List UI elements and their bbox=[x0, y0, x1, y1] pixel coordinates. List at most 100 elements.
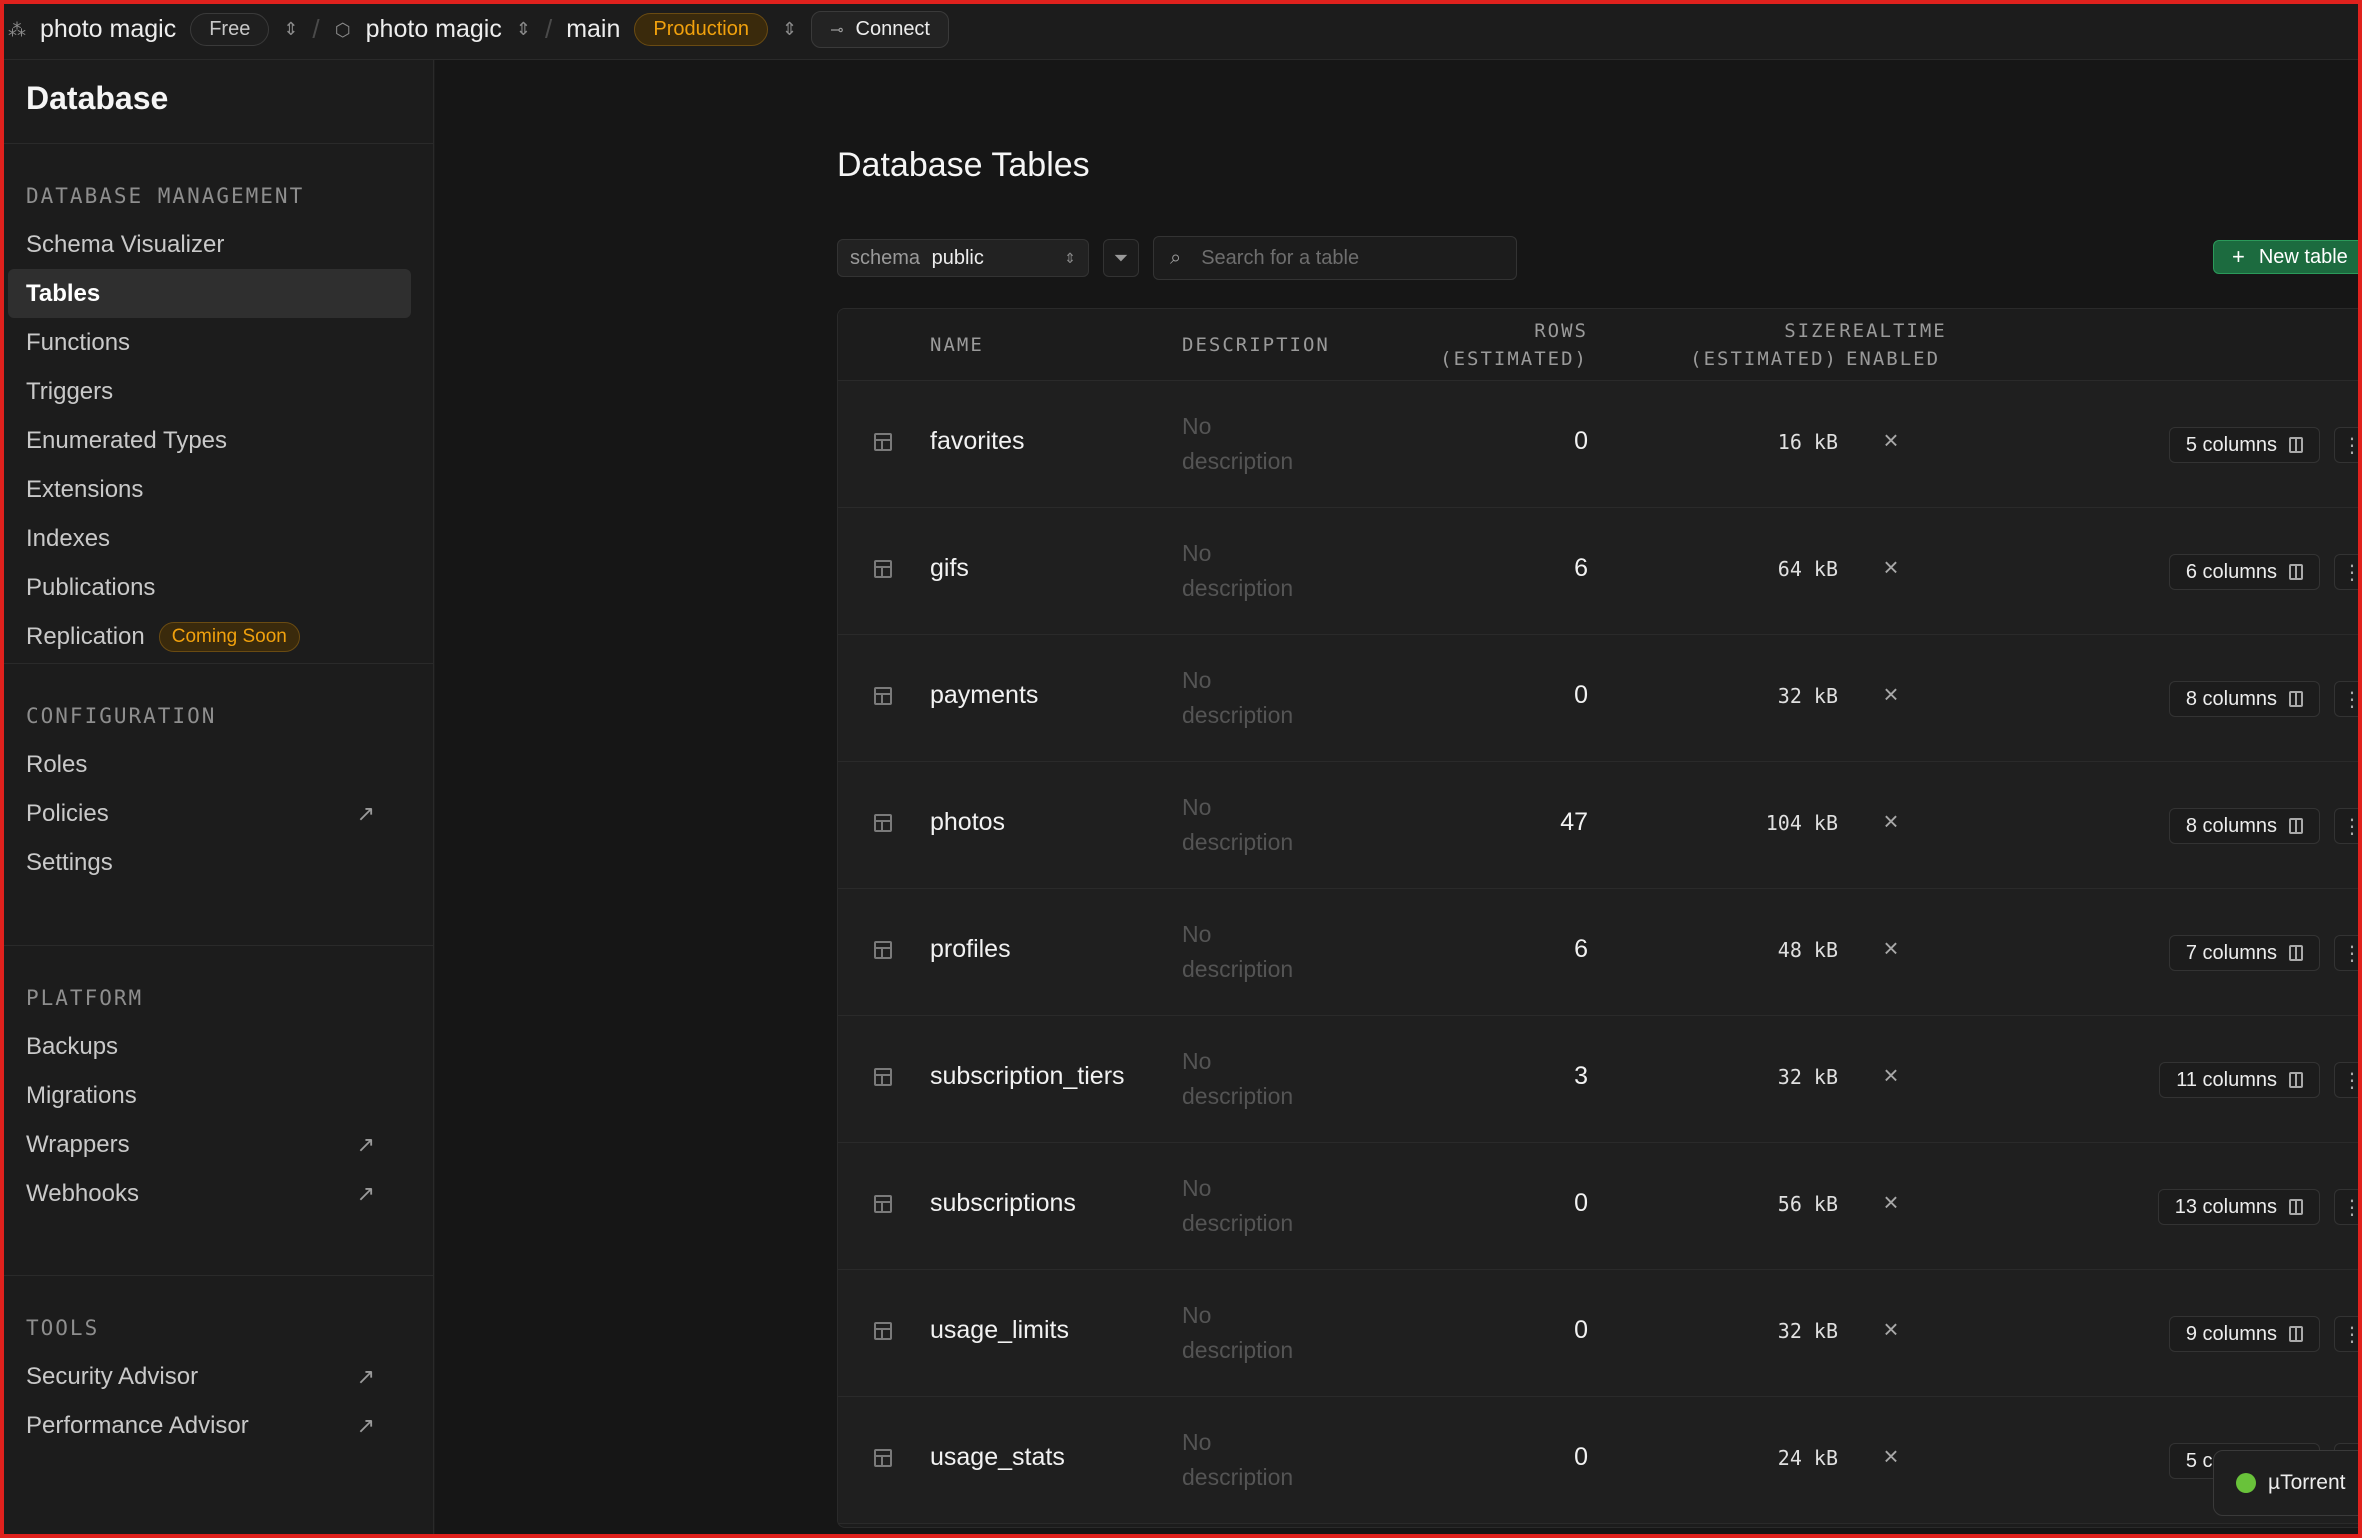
table-row[interactable]: usage_limits No description 0 32 kB × 9 … bbox=[838, 1270, 2362, 1397]
new-table-button[interactable]: + New table bbox=[2213, 240, 2362, 274]
table-name[interactable]: payments bbox=[930, 681, 1038, 710]
table-row[interactable]: gifs No description 6 64 kB × 6 columns … bbox=[838, 508, 2362, 635]
table-row[interactable]: favorites No description 0 16 kB × 5 col… bbox=[838, 381, 2362, 508]
row-actions-menu-button[interactable]: ⋮ bbox=[2334, 554, 2362, 590]
view-columns-button[interactable]: 6 columns bbox=[2168, 554, 2320, 590]
sidebar-item-enumerated-types[interactable]: Enumerated Types bbox=[4, 416, 425, 465]
table-description: No description bbox=[1182, 663, 1332, 733]
schema-value: public bbox=[931, 246, 984, 269]
row-actions-menu-button[interactable]: ⋮ bbox=[2334, 427, 2362, 463]
sidebar-item-wrappers[interactable]: Wrappers ↗ bbox=[4, 1120, 425, 1169]
search-input[interactable] bbox=[1201, 246, 1482, 270]
column-header-rows-line2: (ESTIMATED) bbox=[1440, 348, 1588, 370]
project-name[interactable]: photo magic bbox=[366, 15, 502, 44]
table-name[interactable]: usage_stats bbox=[930, 1443, 1065, 1472]
sidebar-item-content: Replication Coming Soon bbox=[26, 621, 300, 652]
table-description: No description bbox=[1182, 1171, 1332, 1241]
sidebar-item-settings[interactable]: Settings bbox=[4, 838, 425, 887]
sidebar-item-policies[interactable]: Policies ↗ bbox=[4, 789, 425, 838]
sidebar-item-triggers[interactable]: Triggers bbox=[4, 367, 425, 416]
table-description-line2: description bbox=[1182, 1464, 1294, 1490]
table-row[interactable]: usage_stats No description 0 24 kB × 5 c… bbox=[838, 1397, 2362, 1524]
view-columns-button[interactable]: 8 columns bbox=[2168, 681, 2320, 717]
table-row-count: 0 bbox=[1574, 427, 1588, 455]
sidebar-item-performance-advisor[interactable]: Performance Advisor ↗ bbox=[4, 1401, 425, 1450]
sidebar-item-publications[interactable]: Publications bbox=[4, 563, 425, 612]
view-columns-button[interactable]: 5 columns bbox=[2168, 427, 2320, 463]
sidebar-item-label: Triggers bbox=[26, 377, 114, 405]
chevron-updown-icon: ⇕ bbox=[1064, 249, 1076, 266]
table-name[interactable]: profiles bbox=[930, 935, 1011, 964]
table-name[interactable]: subscription_tiers bbox=[930, 1062, 1125, 1091]
connect-label: Connect bbox=[855, 18, 931, 40]
table-row[interactable]: photos No description 47 104 kB × 8 colu… bbox=[838, 762, 2362, 889]
sidebar-section-platform: PLATFORM Backups Migrations Wrappers ↗ We… bbox=[4, 946, 433, 1276]
sidebar-item-schema-visualizer[interactable]: Schema Visualizer bbox=[4, 220, 425, 269]
sidebar-item-migrations[interactable]: Migrations bbox=[4, 1071, 425, 1120]
row-actions-menu-button[interactable]: ⋮ bbox=[2334, 808, 2362, 844]
more-vertical-icon: ⋮ bbox=[2342, 688, 2362, 711]
sidebar-item-label: Schema Visualizer bbox=[26, 230, 225, 258]
sidebar-item-security-advisor[interactable]: Security Advisor ↗ bbox=[4, 1352, 425, 1401]
plus-icon: + bbox=[2232, 244, 2245, 269]
row-actions-menu-button[interactable]: ⋮ bbox=[2334, 935, 2362, 971]
row-actions-menu-button[interactable]: ⋮ bbox=[2334, 1316, 2362, 1352]
branch-name[interactable]: main bbox=[566, 15, 620, 44]
table-name[interactable]: gifs bbox=[930, 554, 969, 583]
table-row-count: 0 bbox=[1574, 1443, 1588, 1471]
sidebar-item-indexes[interactable]: Indexes bbox=[4, 514, 425, 563]
filter-button[interactable]: ⏷ bbox=[1103, 239, 1139, 277]
sidebar-item-webhooks[interactable]: Webhooks ↗ bbox=[4, 1169, 425, 1218]
connect-button[interactable]: ⊸ Connect bbox=[811, 11, 949, 48]
schema-selector[interactable]: schema public ⇕ bbox=[837, 239, 1089, 277]
utorrent-notification[interactable]: µTorrent bbox=[2213, 1450, 2362, 1516]
table-name[interactable]: favorites bbox=[930, 427, 1024, 456]
columns-icon bbox=[2289, 818, 2303, 834]
columns-count-label: 9 columns bbox=[2185, 1322, 2277, 1345]
plug-icon: ⊸ bbox=[830, 21, 844, 39]
view-columns-button[interactable]: 13 columns bbox=[2157, 1189, 2320, 1225]
section-title: TOOLS bbox=[26, 1316, 100, 1340]
row-actions-menu-button[interactable]: ⋮ bbox=[2334, 1062, 2362, 1098]
view-columns-button[interactable]: 8 columns bbox=[2168, 808, 2320, 844]
table-size: 32 kB bbox=[1777, 1319, 1838, 1343]
table-description: No description bbox=[1182, 917, 1332, 987]
table-description: No description bbox=[1182, 1044, 1332, 1114]
org-switcher-chevron-icon[interactable]: ⇕ bbox=[283, 19, 298, 40]
project-switcher-chevron-icon[interactable]: ⇕ bbox=[516, 19, 531, 40]
table-description-line1: No bbox=[1182, 1175, 1212, 1201]
row-actions-menu-button[interactable]: ⋮ bbox=[2334, 681, 2362, 717]
table-size: 48 kB bbox=[1777, 938, 1838, 962]
sidebar-item-label: Settings bbox=[26, 848, 113, 876]
view-columns-button[interactable]: 11 columns bbox=[2159, 1062, 2320, 1098]
section-title: PLATFORM bbox=[26, 986, 144, 1010]
table-search[interactable]: ⌕ bbox=[1153, 236, 1517, 280]
table-icon bbox=[874, 433, 892, 451]
table-row-count: 6 bbox=[1574, 935, 1588, 963]
sidebar-item-functions[interactable]: Functions bbox=[4, 318, 425, 367]
view-columns-button[interactable]: 7 columns bbox=[2168, 935, 2320, 971]
table-name[interactable]: subscriptions bbox=[930, 1189, 1076, 1218]
sidebar-item-roles[interactable]: Roles bbox=[4, 740, 425, 789]
sidebar-item-tables[interactable]: Tables bbox=[8, 269, 411, 318]
sidebar-item-label: Extensions bbox=[26, 475, 144, 503]
table-row[interactable]: subscriptions No description 0 56 kB × 1… bbox=[838, 1143, 2362, 1270]
realtime-disabled-icon: × bbox=[1883, 1060, 1899, 1090]
table-name[interactable]: photos bbox=[930, 808, 1005, 837]
table-row-count: 47 bbox=[1560, 808, 1588, 836]
table-icon bbox=[874, 814, 892, 832]
table-row[interactable]: subscription_tiers No description 3 32 k… bbox=[838, 1016, 2362, 1143]
sidebar-item-extensions[interactable]: Extensions bbox=[4, 465, 425, 514]
view-columns-button[interactable]: 9 columns bbox=[2168, 1316, 2320, 1352]
table-name[interactable]: usage_limits bbox=[930, 1316, 1069, 1345]
table-row[interactable]: profiles No description 6 48 kB × 7 colu… bbox=[838, 889, 2362, 1016]
columns-icon bbox=[2289, 1072, 2303, 1088]
sidebar-item-replication[interactable]: Replication Coming Soon bbox=[4, 612, 425, 661]
breadcrumb-separator: / bbox=[544, 14, 553, 44]
row-actions-menu-button[interactable]: ⋮ bbox=[2334, 1189, 2362, 1225]
table-row[interactable]: payments No description 0 32 kB × 8 colu… bbox=[838, 635, 2362, 762]
branch-switcher-chevron-icon[interactable]: ⇕ bbox=[782, 19, 797, 40]
org-name[interactable]: photo magic bbox=[40, 15, 176, 44]
more-vertical-icon: ⋮ bbox=[2342, 1069, 2362, 1092]
sidebar-item-backups[interactable]: Backups bbox=[4, 1022, 425, 1071]
